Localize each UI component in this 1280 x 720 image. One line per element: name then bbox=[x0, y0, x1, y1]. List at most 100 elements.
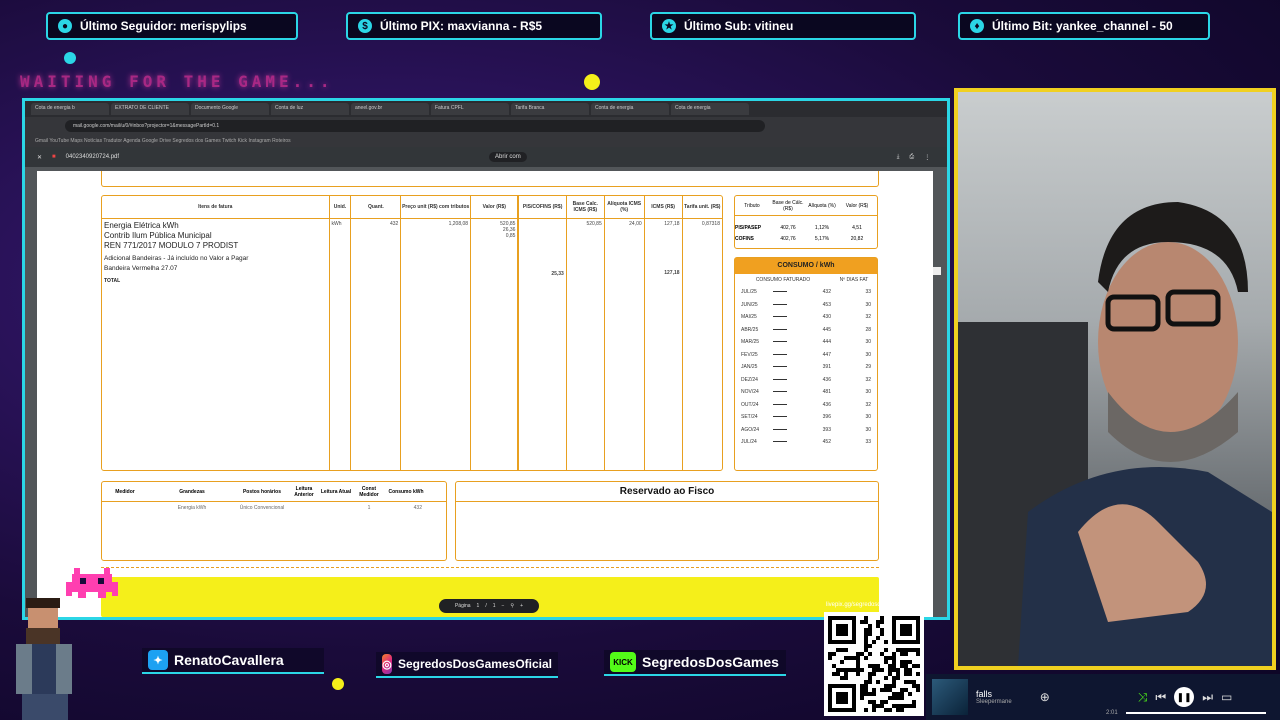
consumo-days: 32 bbox=[865, 376, 871, 383]
print-icon[interactable]: ⎙ bbox=[909, 154, 914, 161]
trib-h0: Tributo bbox=[744, 202, 760, 209]
consumo-row: JUN/25 453 30 bbox=[735, 299, 877, 312]
invoice-items-table: Itens de fatura Unid. Quant. Preço unit … bbox=[101, 195, 723, 471]
zoom-out-icon[interactable]: − bbox=[502, 603, 505, 609]
consumo-h1: Nº DIAS FAT bbox=[839, 277, 869, 283]
pause-icon[interactable]: ❚❚ bbox=[1174, 687, 1195, 707]
consumo-bar bbox=[765, 314, 795, 320]
address-bar: mail.google.com/mail/u/0/#inbox?projecto… bbox=[25, 117, 947, 135]
consumo-days: 30 bbox=[865, 351, 871, 358]
close-icon[interactable]: ✕ bbox=[37, 154, 42, 161]
trib-h2: Alíquota (%) bbox=[808, 202, 836, 209]
shuffle-icon[interactable]: ⤨ bbox=[1138, 690, 1148, 705]
trib-r1-3: 20,82 bbox=[850, 236, 864, 242]
med-h0: Medidor bbox=[115, 488, 135, 495]
add-icon[interactable]: ⊕ bbox=[1040, 690, 1050, 704]
browser-tab[interactable]: Documento Google bbox=[191, 103, 269, 115]
consumo-month: MAI/25 bbox=[741, 314, 757, 321]
trib-r1-2: 5,17% bbox=[814, 236, 830, 242]
social-kick[interactable]: KICK SegredosDosGames bbox=[604, 650, 786, 676]
social-instagram[interactable]: ◎ SegredosDosGamesOficial bbox=[376, 652, 558, 678]
icms-value: 127,18 bbox=[664, 220, 680, 227]
progress-bar[interactable] bbox=[1126, 712, 1266, 714]
trib-r1-1: 402,76 bbox=[780, 236, 796, 242]
zoom-icon[interactable]: ⚲ bbox=[510, 603, 514, 609]
cast-icon[interactable]: ▭ bbox=[1221, 690, 1232, 704]
previous-icon[interactable]: ⏮ bbox=[1155, 690, 1166, 705]
pdf-toolbar: ✕ ■ 0402340920724.pdf Abrir com ⤓ ⎙ ⋮ bbox=[25, 147, 947, 167]
consumo-month: JUN/25 bbox=[741, 301, 758, 308]
scrollbar-thumb[interactable] bbox=[933, 267, 941, 275]
consumo-month: DEZ/24 bbox=[741, 376, 758, 383]
consumo-kwh: 393 bbox=[822, 426, 831, 433]
consumo-bar bbox=[765, 289, 795, 295]
consumo-kwh: 444 bbox=[822, 339, 831, 346]
consumo-days: 33 bbox=[865, 289, 871, 296]
social-twitter[interactable]: ✦ RenatoCavallera bbox=[142, 648, 324, 674]
browser-tab[interactable]: aneel.gov.br bbox=[351, 103, 429, 115]
browser-tab[interactable]: Tarifa Branca bbox=[511, 103, 589, 115]
browser-tab[interactable]: EXTRATO DE CLIENTE bbox=[111, 103, 189, 115]
consumo-days: 30 bbox=[865, 414, 871, 421]
consumo-row: FEV/25 447 30 bbox=[735, 349, 877, 362]
decor-dot bbox=[64, 52, 76, 64]
consumo-kwh: 481 bbox=[822, 389, 831, 396]
pdf-page: Itens de fatura Unid. Quant. Preço unit … bbox=[37, 171, 933, 617]
instagram-label: SegredosDosGamesOficial bbox=[397, 657, 552, 671]
med-r1: Energia kWh bbox=[177, 505, 207, 511]
pdf-viewer[interactable]: Itens de fatura Unid. Quant. Preço unit … bbox=[25, 167, 947, 617]
trib-r0-1: 402,76 bbox=[780, 225, 796, 231]
dollar-icon: $ bbox=[358, 19, 372, 33]
consumo-title: CONSUMO / kWh bbox=[735, 258, 877, 274]
consumo-bar bbox=[765, 352, 795, 358]
browser-tab[interactable]: Conta de energia bbox=[591, 103, 669, 115]
top-alerts-bar: ● Último Seguidor: merispylips $ Último … bbox=[0, 0, 1280, 48]
item-ren: REN 771/2017 MODULO 7 PRODIST bbox=[104, 240, 239, 250]
consumo-row: SET/24 396 30 bbox=[735, 411, 877, 424]
col-preco: Preço unit (R$) com tributos bbox=[400, 196, 472, 219]
consumo-bar bbox=[765, 377, 795, 383]
browser-tab[interactable]: Cota de energia bbox=[671, 103, 749, 115]
zoom-in-icon[interactable]: + bbox=[520, 603, 523, 609]
consumo-row: JAN/25 391 29 bbox=[735, 361, 877, 374]
med-h4: Leitura Atual bbox=[320, 488, 352, 495]
consumo-month: JUL/24 bbox=[741, 439, 757, 446]
music-player: falls Sleepermane ⊕ ⤨ ⏮ ❚❚ ⏭ ▭ 2:01 bbox=[926, 674, 1280, 720]
consumo-h0: CONSUMO FATURADO bbox=[755, 277, 811, 283]
total-label: TOTAL bbox=[104, 277, 121, 284]
consumo-kwh: 436 bbox=[822, 401, 831, 408]
consumo-month: AGO/24 bbox=[741, 426, 760, 433]
browser-tab[interactable]: Cota de energia b bbox=[31, 103, 109, 115]
next-icon[interactable]: ⏭ bbox=[1202, 690, 1213, 705]
open-with-button[interactable]: Abrir com bbox=[489, 152, 527, 162]
qr-label: livepix.gg/segredosdosgames bbox=[826, 602, 906, 608]
browser-tab[interactable]: Fatura CPFL bbox=[431, 103, 509, 115]
col-tarifa: Tarifa unit. (R$) bbox=[682, 196, 722, 219]
consumo-kwh: 453 bbox=[822, 301, 831, 308]
col-base: Base Calc. ICMS (R$) bbox=[566, 196, 605, 219]
item-energia: Energia Elétrica kWh bbox=[104, 220, 179, 230]
download-icon[interactable]: ⤓ bbox=[897, 154, 900, 161]
consumo-month: OUT/24 bbox=[741, 401, 759, 408]
page-total: 1 bbox=[492, 603, 496, 609]
consumo-bar bbox=[765, 439, 795, 445]
page-sep: / bbox=[485, 603, 487, 609]
consumo-kwh: 432 bbox=[822, 289, 831, 296]
consumo-bar bbox=[765, 364, 795, 370]
consumo-days: 30 bbox=[865, 426, 871, 433]
more-icon[interactable]: ⋮ bbox=[924, 154, 930, 161]
consumo-bar bbox=[765, 327, 795, 333]
url-input[interactable]: mail.google.com/mail/u/0/#inbox?projecto… bbox=[65, 120, 765, 132]
consumo-kwh: 445 bbox=[822, 326, 831, 333]
consumo-days: 30 bbox=[865, 301, 871, 308]
page-navigator[interactable]: Página 1 / 1 − ⚲ + bbox=[439, 599, 539, 613]
bookmarks-bar[interactable]: Gmail YouTube Maps Notícias Tradutor Age… bbox=[25, 135, 947, 147]
pixel-avatar bbox=[16, 598, 72, 720]
consumo-bar bbox=[765, 339, 795, 345]
consumo-rows: JUL/25 432 33 JUN/25 453 30 MAI/25 430 32 ABR/25 4… bbox=[735, 286, 877, 449]
alert-bit-label: Último Bit: yankee_channel - 50 bbox=[992, 19, 1173, 33]
page-current[interactable]: 1 bbox=[477, 603, 480, 609]
browser-tab[interactable]: Conta de luz bbox=[271, 103, 349, 115]
fisco-title: Reservado ao Fisco bbox=[456, 482, 878, 502]
med-r5: 1 bbox=[367, 505, 371, 511]
